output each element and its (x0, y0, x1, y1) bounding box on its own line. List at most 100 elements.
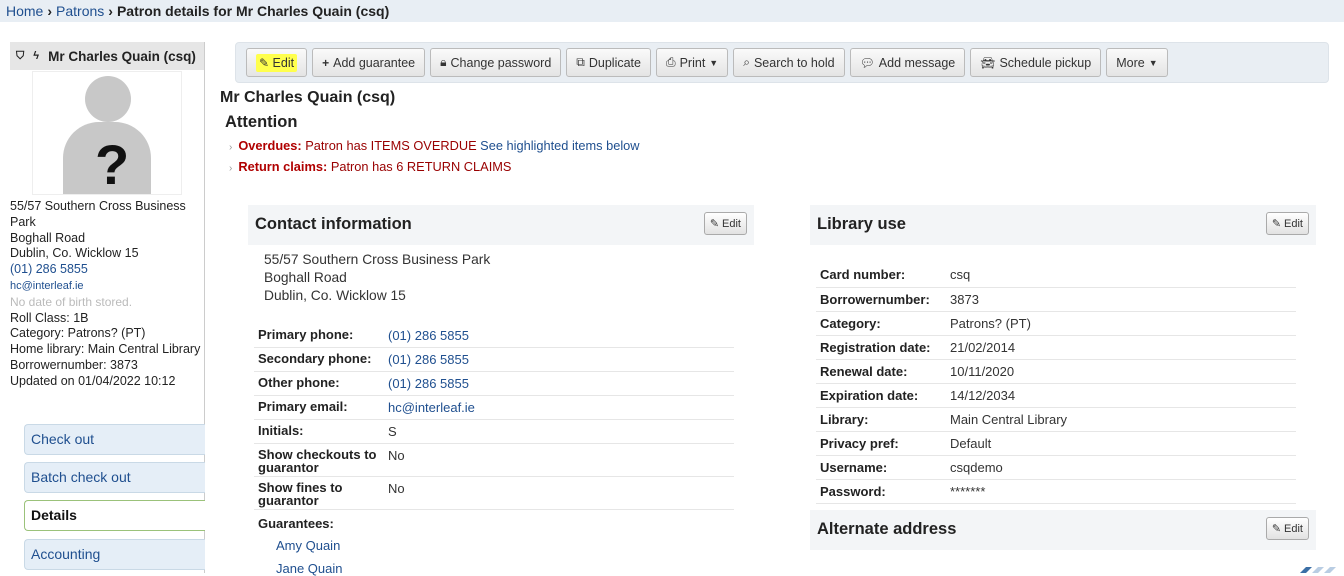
car-icon: 🚘︎ (980, 55, 996, 70)
contact-label: Primary email: (254, 395, 384, 420)
claims-text: Patron has 6 RETURN CLAIMS (330, 159, 512, 174)
table-row: Privacy pref: Default (816, 431, 1296, 456)
contact-edit-button[interactable]: ✎ Edit (703, 212, 747, 235)
overdues-label: Overdues: (238, 138, 302, 153)
table-row: Expiration date: 14/12/2034 (816, 383, 1296, 408)
contact-address-line: Boghall Road (264, 270, 347, 286)
table-row: Initials: S (254, 419, 734, 444)
patron-summary: ⛉ ϟ Mr Charles Quain (csq) ? 55/57 South… (10, 42, 204, 390)
patron-phone-link[interactable]: (01) 286 5855 (10, 262, 88, 276)
contact-label: Secondary phone: (254, 347, 384, 372)
library-value: 10/11/2020 (946, 359, 1296, 384)
library-label: Category: (816, 311, 946, 336)
alternate-address-edit-button[interactable]: ✎ Edit (1265, 517, 1309, 540)
attention-heading: Attention (225, 113, 298, 131)
contact-info-heading: Contact information ✎ Edit (248, 205, 754, 245)
contact-label: Show checkouts to guarantor (254, 443, 384, 477)
more-button[interactable]: More ▼ (1106, 48, 1168, 77)
leftnav-details[interactable]: Details (24, 500, 205, 531)
patron-name: Mr Charles Quain (csq) (48, 48, 196, 64)
patron-address-line1: 55/57 Southern Cross Business Park (10, 199, 186, 229)
library-use-edit-label: Edit (1284, 217, 1303, 230)
breadcrumb-home[interactable]: Home (6, 3, 43, 19)
contact-address-line: 55/57 Southern Cross Business Park (264, 252, 491, 267)
chevron-right-icon: › (108, 3, 113, 19)
library-value: ******* (946, 479, 1296, 504)
breadcrumb: Home › Patrons › Patron details for Mr Charl… (0, 0, 1344, 22)
library-use-heading: Library use ✎ Edit (810, 205, 1316, 245)
logo-stripes-decoration (1300, 567, 1336, 573)
table-row: Category: Patrons? (PT) (816, 311, 1296, 336)
table-row: Show fines to guarantor No (254, 476, 734, 510)
library-label: Expiration date: (816, 383, 946, 408)
caret-down-icon: ▼ (709, 57, 719, 68)
comment-icon: 💬︎ (859, 55, 875, 70)
breadcrumb-patrons[interactable]: Patrons (56, 3, 104, 19)
guarantees-label: Guarantees: (258, 516, 334, 531)
guarantees: Guarantees: Amy Quain Jane Quain (258, 516, 343, 576)
page-title: Mr Charles Quain (csq) (220, 89, 396, 106)
table-row: Show checkouts to guarantor No (254, 443, 734, 477)
add-message-button[interactable]: 💬︎ Add message (849, 48, 966, 77)
leftnav-accounting[interactable]: Accounting (24, 539, 205, 570)
library-value: Main Central Library (946, 407, 1296, 432)
add-guarantee-button[interactable]: + Add guarantee (312, 48, 426, 77)
bolt-icon: ϟ (33, 50, 40, 62)
primary-email-link[interactable]: hc@interleaf.ie (388, 400, 475, 415)
patron-address-line2: Boghall Road (10, 230, 86, 245)
table-row: Card number: csq (816, 263, 1296, 288)
library-label: Borrowernumber: (816, 287, 946, 312)
patron-info: 55/57 Southern Cross Business Park Bogha… (10, 199, 204, 390)
library-label: Password: (816, 479, 946, 504)
other-phone-link[interactable]: (01) 286 5855 (388, 376, 469, 391)
change-password-button[interactable]: 🔒︎ Change password (430, 48, 562, 77)
caret-down-icon: ▼ (1148, 57, 1158, 68)
library-label: Registration date: (816, 335, 946, 360)
library-value: Default (946, 431, 1296, 456)
leftnav-checkout[interactable]: Check out (24, 424, 205, 455)
table-row: Primary phone: (01) 286 5855 (254, 324, 734, 348)
return-claims-alert: › Return claims: Patron has 6 RETURN CLAI… (229, 159, 511, 174)
show-checkouts-value: No (384, 443, 734, 477)
search-to-hold-button[interactable]: ⌕ Search to hold (733, 48, 845, 77)
schedule-pickup-label: Schedule pickup (999, 55, 1092, 70)
overdues-link[interactable]: See highlighted items below (480, 138, 639, 153)
contact-label: Primary phone: (254, 324, 384, 348)
contact-edit-label: Edit (722, 217, 741, 230)
library-value: Patrons? (PT) (946, 311, 1296, 336)
table-row: Registration date: 21/02/2014 (816, 335, 1296, 360)
overdues-text: Patron has ITEMS OVERDUE (305, 138, 477, 153)
table-row: Library: Main Central Library (816, 407, 1296, 432)
edit-button[interactable]: ✎ Edit (246, 48, 308, 77)
leftnav-batch-checkout[interactable]: Batch check out (24, 462, 205, 493)
breadcrumb-current: Patron details for Mr Charles Quain (csq… (116, 3, 390, 19)
print-button[interactable]: ⎙ Print ▼ (655, 48, 729, 77)
guarantee-link[interactable]: Amy Quain (276, 538, 343, 553)
contact-table: Primary phone: (01) 286 5855 Secondary ph… (254, 324, 734, 510)
initials-value: S (384, 419, 734, 444)
library-use-edit-button[interactable]: ✎ Edit (1265, 212, 1309, 235)
guarantee-link[interactable]: Jane Quain (276, 561, 343, 576)
patron-roll-class: Roll Class: 1B (10, 310, 89, 325)
patron-toolbar: ✎ Edit + Add guarantee 🔒︎ Change password … (235, 42, 1329, 83)
schedule-pickup-button[interactable]: 🚘︎ Schedule pickup (970, 48, 1102, 77)
contact-address: 55/57 Southern Cross Business Park Bogha… (264, 251, 490, 306)
search-icon: ⌕ (743, 55, 750, 69)
primary-phone-link[interactable]: (01) 286 5855 (388, 328, 469, 343)
chevron-right-icon: › (229, 142, 233, 153)
library-label: Privacy pref: (816, 431, 946, 456)
duplicate-button[interactable]: ⧉ Duplicate (566, 48, 651, 77)
library-value: csqdemo (946, 455, 1296, 480)
table-row: Primary email: hc@interleaf.ie (254, 395, 734, 420)
chevron-right-icon: › (47, 3, 53, 19)
secondary-phone-link[interactable]: (01) 286 5855 (388, 352, 469, 367)
overdues-alert: › Overdues: Patron has ITEMS OVERDUE See … (229, 138, 640, 153)
library-label: Card number: (816, 263, 946, 288)
library-use-table: Card number: csq Borrowernumber: 3873 Cate… (816, 263, 1296, 504)
patron-email-link[interactable]: hc@interleaf.ie (10, 280, 84, 292)
pencil-icon: ✎ (1271, 218, 1282, 230)
table-row: Password: ******* (816, 479, 1296, 504)
add-message-label: Add message (878, 55, 956, 70)
pencil-icon: ✎ (709, 218, 720, 230)
contact-label: Show fines to guarantor (254, 476, 384, 510)
